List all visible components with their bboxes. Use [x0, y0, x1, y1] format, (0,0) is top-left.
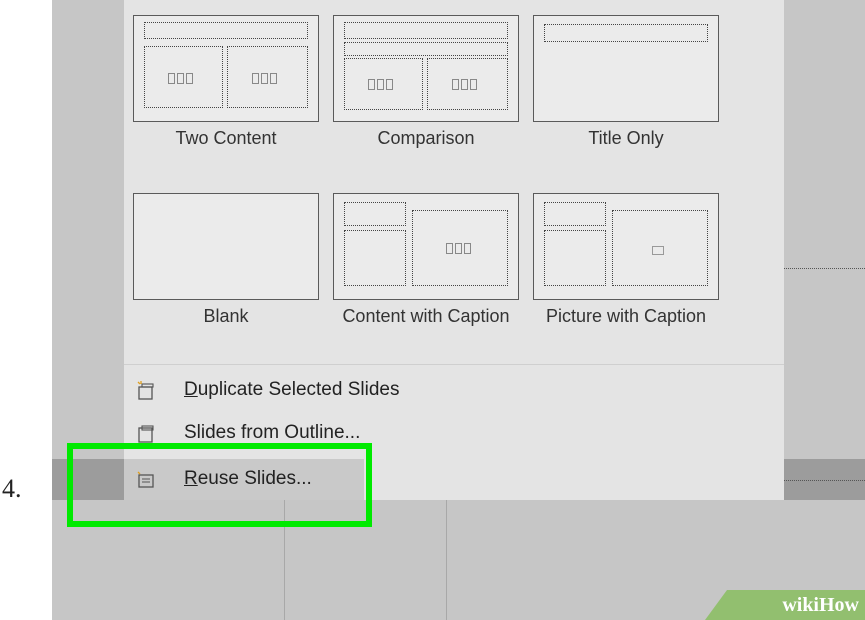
powerpoint-screen: Two Content Comparison Title Only Blank …: [52, 0, 865, 620]
new-slide-dropdown: Two Content Comparison Title Only Blank …: [124, 0, 784, 500]
layout-label: Title Only: [588, 128, 664, 148]
content-placeholder-icon: [446, 242, 472, 254]
layout-content-with-caption[interactable]: [333, 193, 519, 300]
layout-label: Two Content: [175, 128, 277, 148]
menu-separator: [124, 364, 784, 365]
content-placeholder-icon: [452, 78, 478, 90]
duplicate-slides-icon: [136, 381, 156, 401]
wikihow-logo-text: wikiHow: [782, 594, 859, 616]
duplicate-selected-slides-item[interactable]: Duplicate Selected Slides: [124, 372, 784, 410]
layout-title-only[interactable]: [533, 15, 719, 122]
menu-item-label: Duplicate Selected Slides: [184, 379, 400, 400]
outline-icon: [136, 424, 156, 444]
content-placeholder-icon: [368, 78, 394, 90]
content-placeholder-icon: [168, 72, 194, 84]
layout-label: Comparison: [377, 128, 475, 148]
layout-comparison[interactable]: [333, 15, 519, 122]
layout-two-content[interactable]: [133, 15, 319, 122]
layout-label: Content with Caption: [342, 306, 510, 326]
layout-picture-with-caption[interactable]: [533, 193, 719, 300]
layout-label: Picture with Caption: [545, 306, 707, 326]
layout-label: Blank: [203, 306, 249, 326]
picture-placeholder-icon: [652, 246, 664, 255]
content-placeholder-icon: [252, 72, 278, 84]
highlight-box: [67, 443, 372, 527]
menu-item-label: Slides from Outline...: [184, 422, 361, 443]
step-number: 4.: [2, 474, 22, 503]
divider: [446, 500, 447, 620]
layout-blank[interactable]: [133, 193, 319, 300]
